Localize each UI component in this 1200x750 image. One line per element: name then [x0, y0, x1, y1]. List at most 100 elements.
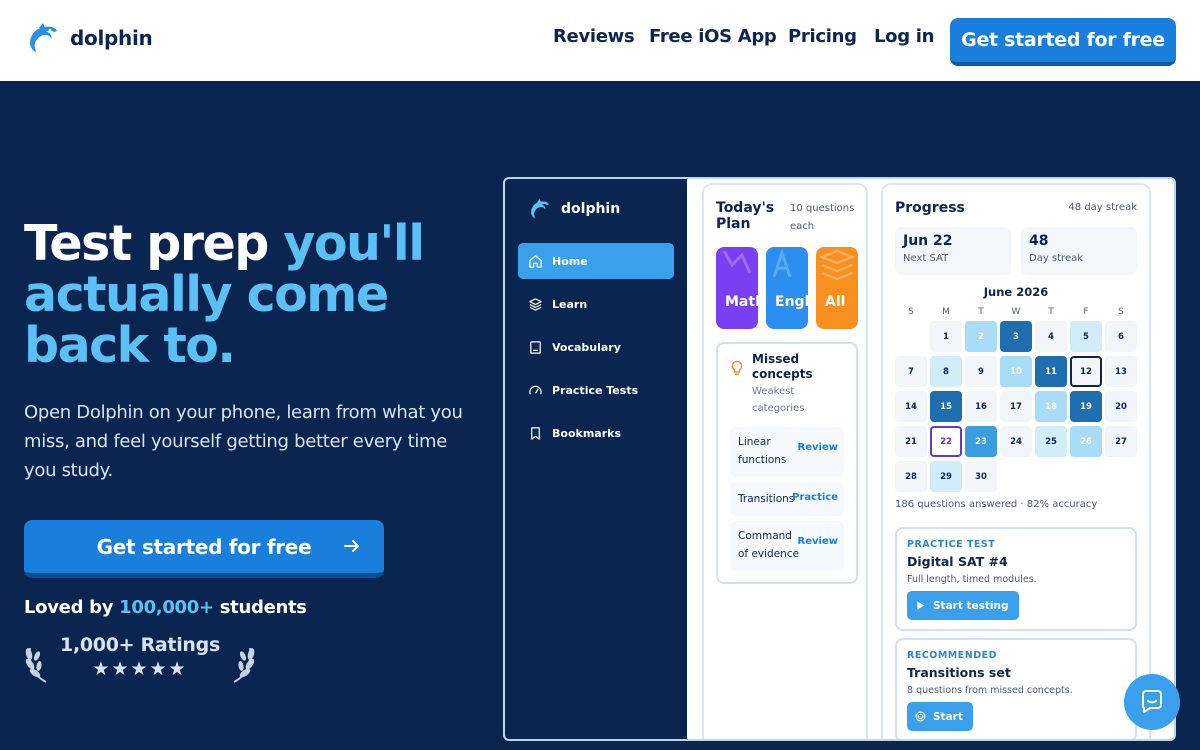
calendar-day[interactable]: 1 [930, 321, 962, 352]
subject-label: All [825, 294, 846, 310]
calendar-day[interactable]: 13 [1105, 356, 1137, 387]
ratings-badge: 1,000+ Ratings ★★★★★ [24, 632, 256, 688]
missed-concepts-title: Missed concepts [752, 352, 813, 381]
calendar-day[interactable]: 15 [930, 391, 962, 422]
arrow-right-icon [344, 540, 359, 552]
card-kicker: RECOMMENDED [907, 650, 997, 661]
progress-panel: Progress 48 day streak Jun 22 Next SAT 4… [881, 183, 1151, 739]
calendar-weekday: F [1083, 307, 1089, 317]
sidebar-item-vocabulary[interactable]: Vocabulary [518, 329, 674, 365]
calendar-day[interactable]: 3 [1000, 321, 1032, 352]
calendar-day[interactable]: 14 [895, 391, 927, 422]
calendar-weekday: M [942, 307, 950, 317]
nav-link-login[interactable]: Log in [874, 26, 934, 47]
calendar-day[interactable]: 21 [895, 426, 927, 457]
layers-icon [529, 297, 542, 311]
progress-title: Progress [895, 200, 965, 216]
brand-name: dolphin [70, 26, 153, 50]
start-testing-button[interactable]: Start testing [907, 591, 1019, 620]
calendar-day[interactable]: 20 [1105, 391, 1137, 422]
calendar-day[interactable]: 29 [930, 461, 962, 492]
app-brand: dolphin [527, 197, 620, 221]
calendar-day[interactable]: 7 [895, 356, 927, 387]
calendar-day[interactable]: 16 [965, 391, 997, 422]
stat-label: Day streak [1029, 253, 1084, 264]
sidebar-item-label: Vocabulary [552, 340, 621, 354]
calendar-day[interactable]: 9 [965, 356, 997, 387]
card-title: Transitions set [907, 665, 1011, 680]
sidebar-item-home[interactable]: Home [518, 243, 674, 279]
calendar-day[interactable]: 27 [1105, 426, 1137, 457]
calendar-day[interactable]: 11 [1035, 356, 1067, 387]
subject-label: English [775, 294, 808, 310]
calendar-day[interactable]: 2 [965, 321, 997, 352]
calendar-weekday: W [1011, 307, 1021, 317]
sidebar-item-practice-tests[interactable]: Practice Tests [518, 372, 674, 408]
calendar-day[interactable]: 8 [930, 356, 962, 387]
sidebar-item-learn[interactable]: Learn [518, 286, 674, 322]
calendar-day[interactable]: 6 [1105, 321, 1137, 352]
calendar-weekday: T [978, 307, 984, 317]
practice-link[interactable]: Practice [792, 492, 838, 503]
missed-row-label: Command of evidence [738, 530, 800, 560]
loved-by-text: Loved by 100,000+ students [24, 597, 307, 618]
calendar-weekday: T [1048, 307, 1054, 317]
nav-link-ios-app[interactable]: Free iOS App [649, 26, 777, 47]
nav-get-started-button[interactable]: Get started for free [950, 18, 1176, 66]
hero-get-started-button[interactable]: Get started for free [24, 520, 384, 578]
missed-concepts-card: Missed concepts Weakest categories Linea… [716, 342, 858, 584]
sidebar-item-bookmarks[interactable]: Bookmarks [518, 415, 674, 451]
hero-cta-label: Get started for free [96, 534, 312, 559]
target-icon [915, 711, 926, 722]
calendar-month: June 2026 [983, 285, 1049, 299]
book-icon [530, 340, 541, 354]
missed-row: Transitions Practice [730, 482, 844, 516]
gauge-icon [529, 385, 542, 394]
streak-label: 48 day streak [1068, 202, 1137, 213]
subject-card-math[interactable]: Math [716, 247, 758, 329]
subject-card-english[interactable]: English [766, 247, 808, 329]
app-sidebar: dolphin Home Learn Vocabulary Practice T… [505, 179, 687, 739]
nav-link-reviews[interactable]: Reviews [553, 26, 635, 47]
stat-value: Jun 22 [903, 233, 953, 249]
calendar-day[interactable]: 10 [1000, 356, 1032, 387]
calendar-day[interactable]: 24 [1000, 426, 1032, 457]
calendar-day[interactable]: 28 [895, 461, 927, 492]
card-description: 8 questions from missed concepts. [907, 685, 1073, 696]
calendar-day[interactable]: 25 [1035, 426, 1067, 457]
app-brand-name: dolphin [561, 201, 621, 217]
card-kicker: PRACTICE TEST [907, 539, 996, 550]
calendar-day[interactable]: 26 [1070, 426, 1102, 457]
sidebar-item-label: Practice Tests [552, 383, 639, 397]
stat-label: Next SAT [903, 253, 949, 264]
calendar-day[interactable]: 4 [1035, 321, 1067, 352]
sidebar-item-label: Bookmarks [552, 426, 621, 440]
calendar-day[interactable]: 19 [1070, 391, 1102, 422]
calendar-day[interactable]: 30 [965, 461, 997, 492]
hero-title: Test prep you'll actually come back to. [24, 215, 425, 374]
chat-support-button[interactable] [1124, 674, 1180, 730]
missed-row-label: Transitions [738, 493, 795, 505]
dolphin-logo-icon [531, 199, 549, 219]
nav-link-pricing[interactable]: Pricing [788, 26, 857, 47]
chat-icon [1141, 690, 1162, 713]
recommended-card: RECOMMENDED Transitions set 8 questions … [895, 638, 1137, 739]
calendar-day[interactable]: 18 [1035, 391, 1067, 422]
start-button[interactable]: Start [907, 702, 973, 731]
bookmark-icon [531, 426, 540, 440]
review-link[interactable]: Review [798, 442, 838, 453]
brand[interactable]: dolphin [24, 20, 153, 56]
review-link[interactable]: Review [798, 536, 838, 547]
card-title: Digital SAT #4 [907, 554, 1008, 569]
calendar-day[interactable]: 23 [965, 426, 997, 457]
calendar-day[interactable]: 12 [1070, 356, 1102, 387]
calendar-day[interactable]: 17 [1000, 391, 1032, 422]
calendar-day[interactable]: 22 [930, 426, 962, 457]
practice-test-card: PRACTICE TEST Digital SAT #4 Full length… [895, 527, 1137, 631]
button-label: Start [933, 710, 963, 723]
plan-title: Today's Plan [716, 200, 775, 232]
subject-card-all[interactable]: All [816, 247, 858, 329]
missed-concepts-subtitle: Weakest categories [752, 386, 805, 414]
star-rating-icons: ★★★★★ [92, 658, 188, 680]
calendar-day[interactable]: 5 [1070, 321, 1102, 352]
